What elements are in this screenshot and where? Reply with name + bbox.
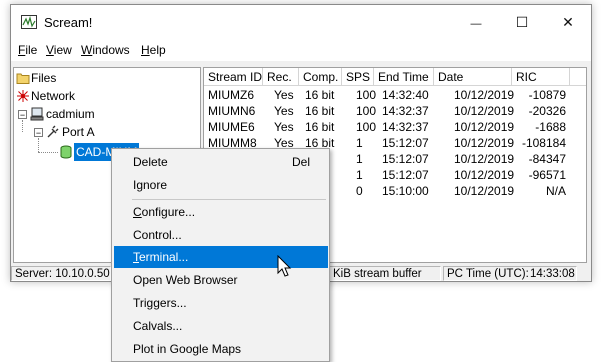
status-buffer: KiB stream buffer [329,266,441,281]
column-header-comp[interactable]: Comp. [299,68,342,86]
maximize-button[interactable]: ☐ [499,5,545,39]
table-cell: MIUME6 [208,120,255,134]
table-cell: 10/12/2019 [454,168,515,182]
minimize-icon: — [470,18,482,30]
window-title: Scream! [44,15,93,30]
network-icon [17,90,29,102]
maximize-icon: ☐ [515,14,529,30]
collapse-toggle-port[interactable]: − [34,128,43,138]
menu-item-control[interactable]: Control... [114,224,328,246]
column-header-date[interactable]: Date [434,68,512,86]
column-header-end-time[interactable]: End Time [374,68,434,86]
column-header-ric[interactable]: RIC [512,68,570,86]
computer-icon [30,107,44,121]
table-cell: 14:32:37 [382,120,429,134]
column-header-rec[interactable]: Rec. [263,68,299,86]
context-menu: Delete Del Ignore Configure... Control..… [111,148,330,362]
table-row[interactable]: MIUMZ6 Yes 16 bit 100 14:32:40 10/12/2019 -108… [204,87,586,103]
minimize-button[interactable]: — [453,5,499,39]
table-cell: 15:12:07 [382,152,429,166]
table-cell: 15:12:07 [382,168,429,182]
table-cell: 14:32:40 [382,88,429,102]
folder-icon [16,73,30,84]
app-icon [21,15,37,29]
status-server: Server: 10.10.0.50:1 [11,266,111,281]
table-cell: -108184 [521,136,566,150]
menu-item-open-web-browser[interactable]: Open Web Browser [114,269,328,291]
table-cell: 10/12/2019 [454,104,515,118]
title-bar[interactable]: Scream! — ☐ ✕ [11,5,591,39]
menu-item-ignore[interactable]: Ignore [114,174,328,196]
table-row[interactable]: MIUME6 Yes 16 bit 100 14:32:37 10/12/2019 -168… [204,119,586,135]
table-cell: 0 [356,184,363,198]
table-cell: 10/12/2019 [454,88,515,102]
menu-item-configure[interactable]: Configure... [114,201,328,223]
table-cell: 10/12/2019 [454,184,515,198]
collapse-toggle-cadmium[interactable]: − [18,110,27,120]
table-cell: 15:10:00 [382,184,429,198]
close-icon: ✕ [562,14,574,30]
menu-item-terminal[interactable]: Terminal... [114,246,328,268]
table-cell: 1 [356,152,363,166]
table-cell: -84347 [528,152,566,166]
table-cell: 14:32:37 [382,104,429,118]
menu-windows[interactable]: Windows [81,43,130,57]
table-cell: 100 [356,120,377,134]
table-cell: 100 [356,104,377,118]
status-pc-time: PC Time (UTC): 14:33:08 [443,266,577,281]
menu-separator [132,199,326,200]
table-cell: 10/12/2019 [454,120,515,134]
table-cell: -10879 [528,88,566,102]
mouse-pointer-icon [277,255,292,277]
column-header-stream-id[interactable]: Stream ID [204,68,263,86]
table-cell: 16 bit [305,104,335,118]
table-cell: 16 bit [305,120,335,134]
menu-item-plot-google-maps[interactable]: Plot in Google Maps [114,338,328,360]
table-cell: 10/12/2019 [454,136,515,150]
plug-icon [47,125,59,138]
menu-view[interactable]: View [46,43,72,57]
menu-item-calvals[interactable]: Calvals... [114,315,328,337]
table-cell: Yes [274,104,294,118]
database-icon [60,145,72,159]
close-button[interactable]: ✕ [545,5,591,39]
table-cell: 1 [356,168,363,182]
table-cell: 15:12:07 [382,136,429,150]
table-cell: MIUMN6 [208,104,256,118]
menu-file[interactable]: File [18,43,37,57]
table-cell: -96571 [528,168,566,182]
menu-item-triggers[interactable]: Triggers... [114,292,328,314]
column-header-sps[interactable]: SPS [342,68,374,86]
table-row[interactable]: MIUMN6 Yes 16 bit 100 14:32:37 10/12/2019 -203… [204,103,586,119]
table-cell: Yes [274,120,294,134]
table-cell: 16 bit [305,88,335,102]
menu-item-delete[interactable]: Delete Del [114,151,328,173]
table-cell: Yes [274,88,294,102]
table-cell: -1688 [535,120,566,134]
table-cell: MIUMZ6 [208,88,254,102]
menu-help[interactable]: Help [141,43,166,57]
table-cell: -20326 [528,104,566,118]
table-cell: 10/12/2019 [454,152,515,166]
table-cell: N/A [545,184,566,198]
table-cell: 100 [356,88,377,102]
menu-bar: File View Windows Help [11,39,591,61]
table-cell: 1 [356,136,363,150]
